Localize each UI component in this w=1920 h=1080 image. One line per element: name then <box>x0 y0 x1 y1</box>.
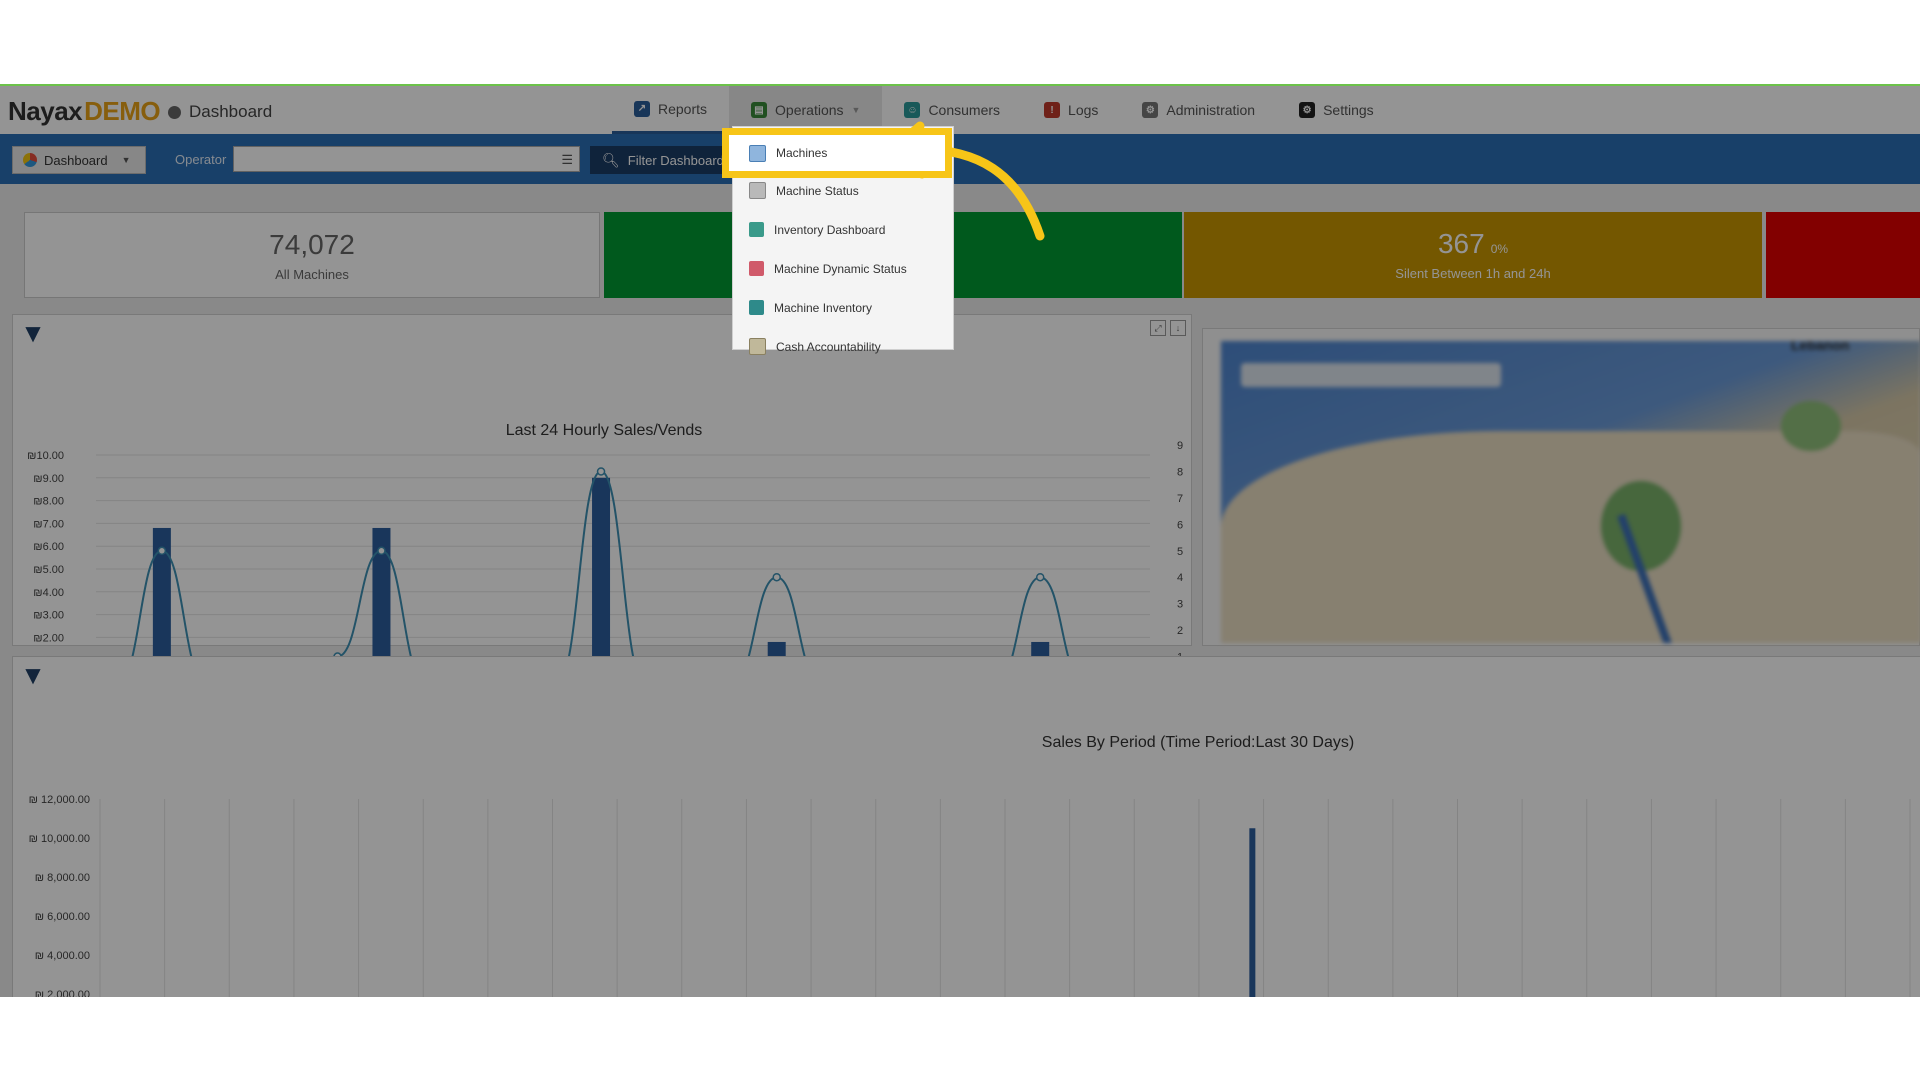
y-tick-label: ₪ 2,000.00 <box>35 989 90 997</box>
dashboard-dot-icon <box>168 105 181 119</box>
y-tick-label: ₪2.00 <box>33 632 64 644</box>
y-tick-label: ₪5.00 <box>33 564 64 576</box>
machine-dynamic-status-icon <box>749 261 764 276</box>
hourly-vends-point <box>1035 572 1045 582</box>
list-icon[interactable]: ☰ <box>561 152 573 168</box>
y-tick-label: ₪ 10,000.00 <box>29 833 90 845</box>
stat-silent-over-24h[interactable] <box>1766 212 1920 298</box>
y2-tick-label: 8 <box>1177 466 1183 478</box>
nav-reports[interactable]: ↗ Reports <box>612 86 730 134</box>
nav-administration[interactable]: ⚙ Administration <box>1120 86 1277 134</box>
machines-map[interactable]: Lebanon <box>1221 341 1920 643</box>
menu-item-machines[interactable]: Machines <box>722 128 952 178</box>
y-tick-label: ₪7.00 <box>33 518 64 530</box>
machine-inventory-icon <box>749 300 764 315</box>
reports-icon: ↗ <box>634 100 650 117</box>
menu-item-machine-dynamic-status[interactable]: Machine Dynamic Status <box>733 249 953 288</box>
operator-label: Operator <box>175 152 227 167</box>
machines-icon <box>749 144 766 162</box>
filter-dashboard-button[interactable]: 🔍︎ Filter Dashboard <box>590 146 732 174</box>
y-tick-label: ₪ 6,000.00 <box>35 911 90 923</box>
nav-settings[interactable]: ⚙ Settings <box>1277 86 1396 134</box>
y2-tick-label: 9 <box>1177 440 1183 452</box>
operator-input[interactable]: ☰ <box>233 146 580 172</box>
map-search-bar[interactable] <box>1241 363 1501 387</box>
search-icon: 🔍︎ <box>602 151 620 168</box>
nayax-logo[interactable]: NayaxDEMO <box>8 96 161 127</box>
hourly-vends-point <box>157 546 167 556</box>
nayax-app: NayaxDEMO Dashboard ↗ Reports ▤ Operations… <box>0 84 1920 997</box>
inventory-dashboard-icon <box>749 222 764 237</box>
page-title: Dashboard <box>168 102 272 122</box>
chevron-down-icon: ▼ <box>121 155 131 165</box>
period-chart-title: Sales By Period (Time Period:Last 30 Day… <box>1042 734 1354 751</box>
y-tick-label: ₪ 8,000.00 <box>35 872 90 884</box>
y2-tick-label: 2 <box>1177 625 1183 637</box>
hourly-sales-chart: Last 24 Hourly Sales/Vends₪0.00₪1.00₪2.0… <box>27 422 1183 721</box>
hourly-vends-line <box>117 470 1129 684</box>
y2-tick-label: 7 <box>1177 493 1183 505</box>
chevron-down-icon: ▼ <box>851 105 861 115</box>
dashboard-selector[interactable]: Dashboard ▼ <box>12 146 146 174</box>
y-tick-label: ₪8.00 <box>33 496 64 508</box>
y2-tick-label: 6 <box>1177 519 1183 531</box>
hourly-chart-title: Last 24 Hourly Sales/Vends <box>506 422 703 439</box>
menu-item-machine-inventory[interactable]: Machine Inventory <box>733 288 953 327</box>
y-tick-label: ₪3.00 <box>33 610 64 622</box>
stat-silent-1h-24h[interactable]: 367 0% Silent Between 1h and 24h <box>1184 212 1762 298</box>
y-tick-label: ₪ 4,000.00 <box>35 950 90 962</box>
y2-tick-label: 4 <box>1177 572 1183 584</box>
menu-item-cash-accountability[interactable]: Cash Accountability <box>733 327 953 366</box>
y-tick-label: ₪ 12,000.00 <box>29 794 90 806</box>
machines-map-panel: Lebanon <box>1202 328 1920 646</box>
cash-accountability-icon <box>749 338 766 355</box>
period-bar <box>1249 828 1256 997</box>
pie-chart-icon <box>23 153 37 167</box>
y2-tick-label: 3 <box>1177 599 1183 611</box>
administration-icon: ⚙ <box>1142 102 1159 118</box>
hourly-bar <box>592 477 611 683</box>
hourly-vends-point <box>772 572 781 582</box>
y-tick-label: ₪9.00 <box>33 473 64 485</box>
operations-icon: ▤ <box>751 102 768 118</box>
hourly-vends-point <box>596 467 606 476</box>
sales-by-period-chart: Sales By Period (Time Period:Last 30 Day… <box>29 734 1911 997</box>
stat-all-machines[interactable]: 74,072 All Machines <box>24 212 600 298</box>
y-tick-label: ₪4.00 <box>33 587 64 599</box>
settings-icon: ⚙ <box>1299 102 1316 118</box>
machine-status-icon <box>749 182 766 199</box>
hourly-vends-point <box>377 546 386 556</box>
y-tick-label: ₪10.00 <box>27 450 64 462</box>
y2-tick-label: 5 <box>1177 546 1183 558</box>
y-tick-label: ₪6.00 <box>33 541 64 553</box>
map-label-lebanon: Lebanon <box>1791 341 1850 353</box>
